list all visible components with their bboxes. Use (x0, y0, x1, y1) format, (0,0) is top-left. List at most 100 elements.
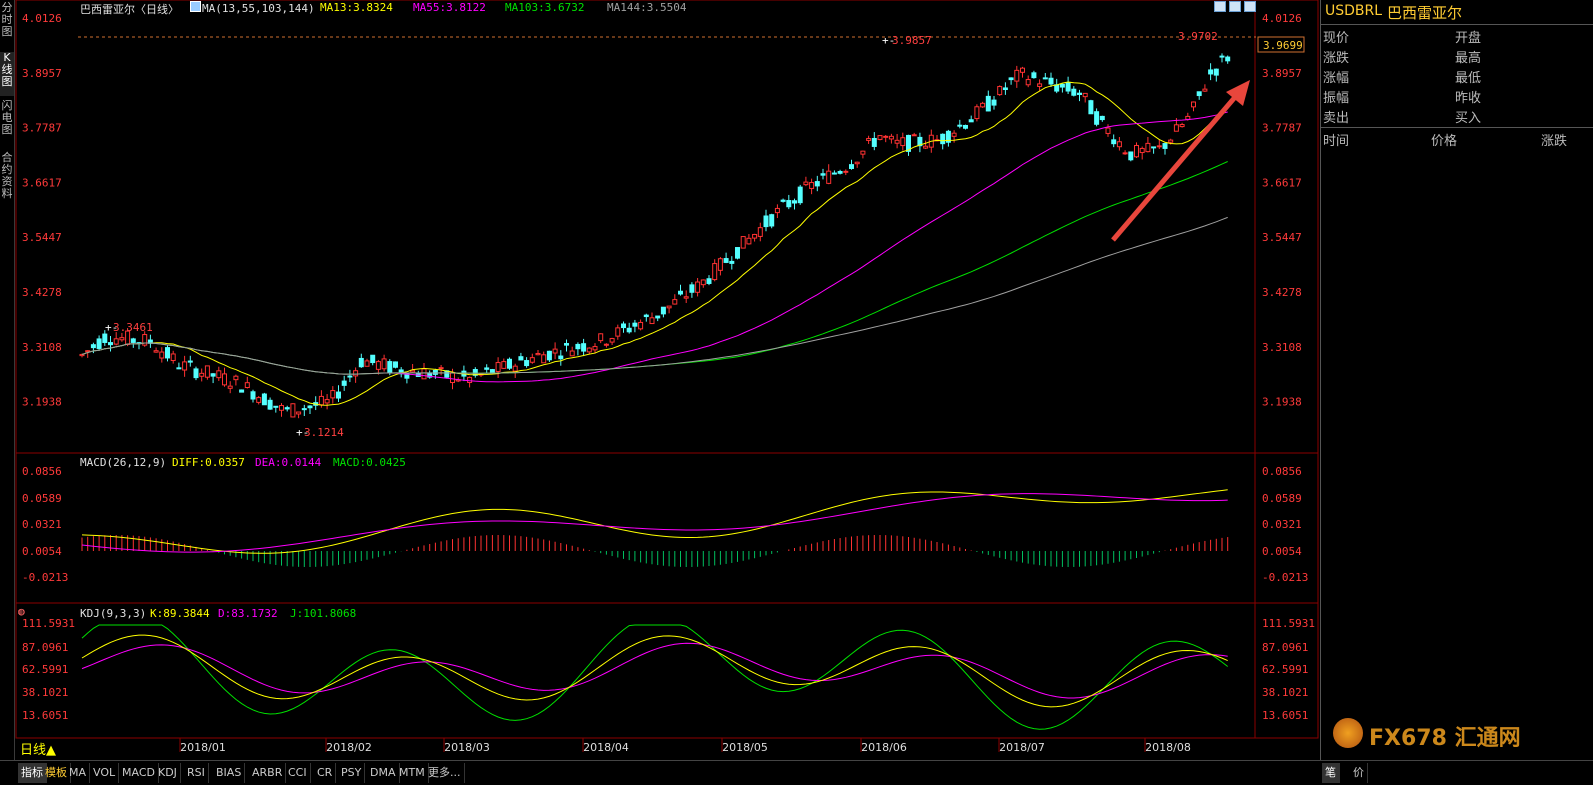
candle-body (809, 182, 815, 189)
macd-axis-label-right: 0.0856 (1262, 465, 1302, 478)
price-axis-label-right: 3.8957 (1262, 67, 1302, 80)
indicator-tab-more[interactable]: 更多... (425, 763, 465, 783)
play-icon[interactable] (1229, 1, 1241, 12)
indicator-tab-ma[interactable]: MA (66, 763, 91, 783)
macd-axis-label-left: 0.0856 (22, 465, 62, 478)
candle-body (860, 150, 866, 155)
zoom-in-icon[interactable] (1214, 1, 1226, 12)
kdj-j-line (81, 624, 1229, 730)
candle-body (820, 173, 826, 176)
candle-body (1116, 141, 1122, 148)
candle-body (1002, 87, 1008, 91)
candle-body (1014, 69, 1020, 82)
candle-body (119, 337, 125, 341)
indicator-tab-cci[interactable]: CCI (285, 763, 311, 783)
candle-body (951, 132, 957, 137)
price-axis-label-right: 3.6617 (1262, 176, 1302, 189)
kdj-axis-label-right: 87.0961 (1262, 641, 1308, 654)
candle-body (387, 361, 393, 373)
price-axis-label-left: 3.8957 (22, 67, 62, 80)
indicator-tab-bias[interactable]: BIAS (213, 763, 246, 783)
trend-arrow-icon (1111, 94, 1238, 242)
time-axis-label: 2018/01 (180, 741, 226, 754)
candle-body (740, 236, 746, 249)
macd-value: MACD:0.0425 (333, 456, 406, 469)
candle-body (780, 199, 786, 202)
ma-settings-icon[interactable] (190, 1, 201, 12)
candle-body (1042, 77, 1048, 80)
quote-tab-0[interactable]: 笔 (1322, 763, 1340, 783)
candle-body (968, 119, 974, 123)
candle-body (284, 407, 290, 410)
restore-icon[interactable] (1244, 1, 1256, 12)
kdj-k: K:89.3844 (150, 607, 210, 620)
candle-body (894, 139, 900, 144)
candle-body (615, 327, 621, 337)
candle-body (216, 370, 222, 379)
indicator-tab-dma[interactable]: DMA (367, 763, 400, 783)
candle-body (222, 373, 227, 386)
candle-body (1219, 55, 1225, 58)
candle-body (393, 361, 398, 368)
candle-body (250, 391, 256, 400)
ma-label: MA(13,55,103,144) (202, 2, 315, 15)
candle-body (187, 360, 193, 363)
candle-body (598, 333, 604, 342)
candle-body (199, 372, 205, 377)
candle-body (1128, 151, 1134, 161)
ma144-value: MA144:3.5504 (607, 1, 687, 14)
candle-body (375, 361, 381, 370)
candle-body (581, 343, 587, 352)
candle-body (370, 354, 376, 364)
candle-body (182, 361, 188, 371)
column-price: 价格 (1431, 134, 1458, 149)
kdj-j: J:101.8068 (290, 607, 357, 620)
indicator-tab-macd[interactable]: MACD (119, 763, 159, 783)
period-selector[interactable]: 日线▲ (20, 739, 56, 758)
label-sell: 卖出 (1323, 111, 1350, 126)
candle-body (113, 338, 119, 345)
macd-axis-label-right: -0.0213 (1262, 571, 1308, 584)
kdj-settings-icon[interactable]: ◍ (18, 605, 25, 618)
time-axis-label: 2018/07 (999, 741, 1045, 754)
candle-body (159, 351, 165, 359)
quote-tab-1[interactable]: 价 (1350, 763, 1368, 783)
time-axis-label: 2018/08 (1145, 741, 1191, 754)
candle-body (364, 360, 370, 367)
candle-body (79, 353, 85, 357)
candle-body (877, 135, 883, 140)
quote-name: 巴西雷亚尔 (1387, 4, 1463, 22)
indicator-tab-vol[interactable]: VOL (90, 763, 120, 783)
candle-body (729, 260, 735, 264)
indicator-tab-rsi[interactable]: RSI (184, 763, 209, 783)
macd-axis-label-left: 0.0054 (22, 545, 62, 558)
kdj-axis-label-left: 13.6051 (22, 709, 68, 722)
label-low: 最低 (1455, 71, 1482, 86)
indicator-tab-arbr[interactable]: ARBR (249, 763, 287, 783)
ma103-value: MA103:3.6732 (505, 1, 585, 14)
chart-title: 巴西雷亚尔〈日线〉 (80, 3, 179, 16)
candle-body (757, 227, 763, 237)
candle-body (1094, 111, 1100, 125)
candle-body (108, 342, 113, 346)
candle-body (261, 393, 267, 406)
kline-chart[interactable]: 4.0126 4.0126 3.8957 3.8957 3.7787 3.7787 3.66… (0, 0, 1320, 760)
candle-body (831, 172, 837, 175)
label-amplitude: 振幅 (1323, 91, 1350, 106)
candle-body (1151, 146, 1157, 149)
candle-body (940, 133, 946, 145)
indicator-tab-psy[interactable]: PSY (338, 763, 366, 783)
candle-body (1173, 124, 1179, 132)
quote-symbol: USDBRL (1325, 3, 1383, 19)
candle-body (347, 375, 353, 378)
indicator-tab-cr[interactable]: CR (314, 763, 337, 783)
candle-body (1105, 127, 1111, 134)
candle-body (923, 145, 929, 149)
candle-body (90, 344, 96, 349)
macd-diff-line (81, 489, 1228, 554)
candle-body (96, 338, 102, 349)
candle-body (290, 403, 296, 418)
indicator-tab-mtm[interactable]: MTM (396, 763, 429, 783)
indicator-tab-kdj[interactable]: KDJ (155, 763, 181, 783)
price-axis-label-right: 4.0126 (1262, 12, 1302, 25)
